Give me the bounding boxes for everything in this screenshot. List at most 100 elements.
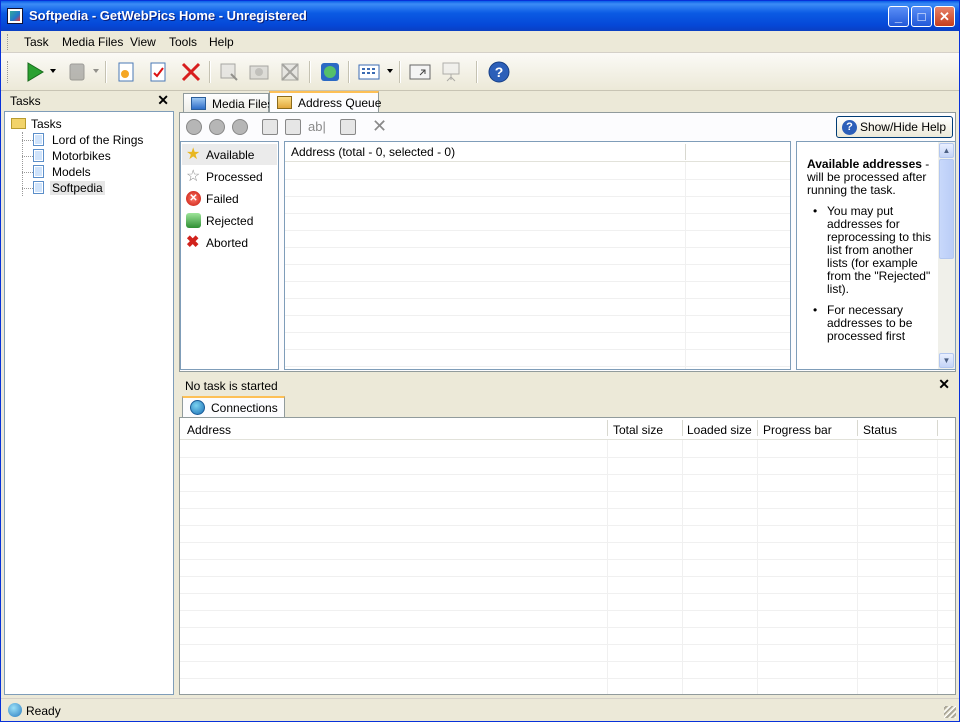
- column-separator[interactable]: [607, 420, 608, 436]
- status-filter-rejected[interactable]: Rejected: [182, 210, 277, 231]
- rename-icon[interactable]: ab|: [308, 119, 326, 134]
- column-separator[interactable]: [857, 420, 858, 436]
- help-panel: Available addresses - will be processed …: [796, 141, 956, 370]
- grid-line: [180, 644, 955, 645]
- close-icon[interactable]: ✕: [157, 92, 169, 109]
- grid-line: [180, 576, 955, 577]
- error-icon: ✕: [186, 191, 201, 206]
- grid-line: [180, 491, 955, 492]
- delete-icon[interactable]: [179, 60, 203, 84]
- tab-connections[interactable]: Connections: [182, 396, 285, 418]
- address-column-header: Address (total - 0, selected - 0): [291, 145, 456, 159]
- resize-grip-icon[interactable]: [944, 706, 956, 718]
- scan-icon[interactable]: [217, 60, 241, 84]
- tasks-tree[interactable]: Tasks Lord of the Rings Motorbikes Model…: [4, 111, 174, 695]
- grid-line: [180, 610, 955, 611]
- tasks-panel-header: Tasks ✕: [4, 91, 174, 111]
- help-icon[interactable]: ?: [487, 60, 511, 84]
- status-filter-processed[interactable]: ☆ Processed: [182, 166, 277, 187]
- view-dropdown-icon[interactable]: [387, 69, 393, 73]
- remove-icon[interactable]: ✕: [372, 116, 387, 137]
- window-icon[interactable]: [408, 60, 432, 84]
- status-icon: [8, 703, 22, 717]
- start-address-icon[interactable]: [186, 119, 202, 135]
- stop-dropdown-icon[interactable]: [93, 69, 99, 73]
- edit-task-icon[interactable]: [146, 60, 170, 84]
- new-task-icon[interactable]: [114, 60, 138, 84]
- scroll-up-icon[interactable]: ▲: [939, 143, 954, 158]
- maximize-button[interactable]: □: [911, 6, 932, 27]
- add-address-icon[interactable]: [262, 119, 278, 135]
- toolbar-separator: [476, 61, 478, 83]
- stop-icon[interactable]: [65, 60, 89, 84]
- star-icon: ★: [186, 146, 201, 163]
- tree-item-label: Motorbikes: [52, 149, 111, 163]
- globe-icon: [190, 400, 205, 415]
- show-hide-help-button[interactable]: ? Show/Hide Help: [835, 116, 953, 138]
- view-icon[interactable]: [357, 60, 381, 84]
- pause-address-icon[interactable]: [232, 119, 248, 135]
- column-header-loaded-size[interactable]: Loaded size: [687, 423, 752, 437]
- close-icon[interactable]: ✕: [938, 376, 950, 393]
- column-separator[interactable]: [937, 420, 938, 436]
- status-filter-label: Aborted: [206, 236, 249, 250]
- check-icon[interactable]: [340, 119, 356, 135]
- play-icon[interactable]: [22, 60, 46, 84]
- grid-line: [180, 457, 955, 458]
- address-table[interactable]: Address (total - 0, selected - 0): [284, 141, 791, 370]
- menu-bar: Task Media Files View Tools Help: [1, 31, 959, 53]
- scroll-down-icon[interactable]: ▼: [939, 353, 954, 368]
- play-dropdown-icon[interactable]: [50, 69, 56, 73]
- address-table-header[interactable]: Address (total - 0, selected - 0): [285, 142, 790, 162]
- menu-task[interactable]: Task: [24, 35, 49, 49]
- close-button[interactable]: ✕: [934, 6, 955, 27]
- abort-icon: ✖: [186, 234, 200, 251]
- document-icon: [33, 181, 44, 194]
- column-header-progress-bar[interactable]: Progress bar: [763, 423, 832, 437]
- app-icon[interactable]: [7, 8, 23, 24]
- tab-media-files[interactable]: Media Files: [183, 93, 273, 113]
- toolbar-separator: [348, 61, 350, 83]
- status-filter-available[interactable]: ★ Available: [182, 144, 277, 165]
- tab-label: Media Files: [212, 97, 274, 111]
- status-filter-label: Rejected: [206, 214, 254, 228]
- title-bar[interactable]: Softpedia - GetWebPics Home - Unregister…: [1, 1, 959, 31]
- help-scrollbar[interactable]: ▲ ▼: [938, 142, 955, 369]
- menu-media-files[interactable]: Media Files: [62, 35, 123, 49]
- capture-icon[interactable]: [247, 60, 271, 84]
- grid-line: [285, 349, 790, 350]
- grid-line: [937, 440, 938, 694]
- tasks-panel-title: Tasks: [10, 94, 41, 108]
- column-separator[interactable]: [757, 420, 758, 436]
- import-address-icon[interactable]: [285, 119, 301, 135]
- column-separator[interactable]: [682, 420, 683, 436]
- tree-connector: [22, 156, 33, 157]
- column-header-total-size[interactable]: Total size: [613, 423, 663, 437]
- status-filter-aborted[interactable]: ✖ Aborted: [182, 232, 277, 253]
- minimize-button[interactable]: _: [888, 6, 909, 27]
- browser-icon[interactable]: [318, 60, 342, 84]
- connections-table[interactable]: Address Total size Loaded size Progress …: [179, 417, 956, 695]
- column-header-address[interactable]: Address: [187, 423, 231, 437]
- column-header-status[interactable]: Status: [863, 423, 897, 437]
- status-filter-failed[interactable]: ✕ Failed: [182, 188, 277, 209]
- filter-icon[interactable]: [278, 60, 302, 84]
- grid-line: [180, 525, 955, 526]
- grid-line: [180, 542, 955, 543]
- tab-address-queue[interactable]: Address Queue: [269, 91, 381, 113]
- scroll-thumb[interactable]: [939, 159, 954, 259]
- stop-address-icon[interactable]: [209, 119, 225, 135]
- column-separator[interactable]: [685, 144, 686, 160]
- menu-help[interactable]: Help: [209, 35, 234, 49]
- tree-connector: [22, 172, 33, 173]
- tasks-panel: Tasks ✕ Tasks Lord of the Rings Motorbik…: [4, 91, 174, 695]
- menu-view[interactable]: View: [130, 35, 156, 49]
- presentation-icon[interactable]: [439, 60, 463, 84]
- help-title: Available addresses: [807, 157, 922, 171]
- menu-tools[interactable]: Tools: [169, 35, 197, 49]
- grid-line: [285, 196, 790, 197]
- status-filter-label: Available: [206, 148, 255, 162]
- grid-line: [285, 179, 790, 180]
- grid-line: [285, 281, 790, 282]
- menubar-grip: [7, 34, 10, 50]
